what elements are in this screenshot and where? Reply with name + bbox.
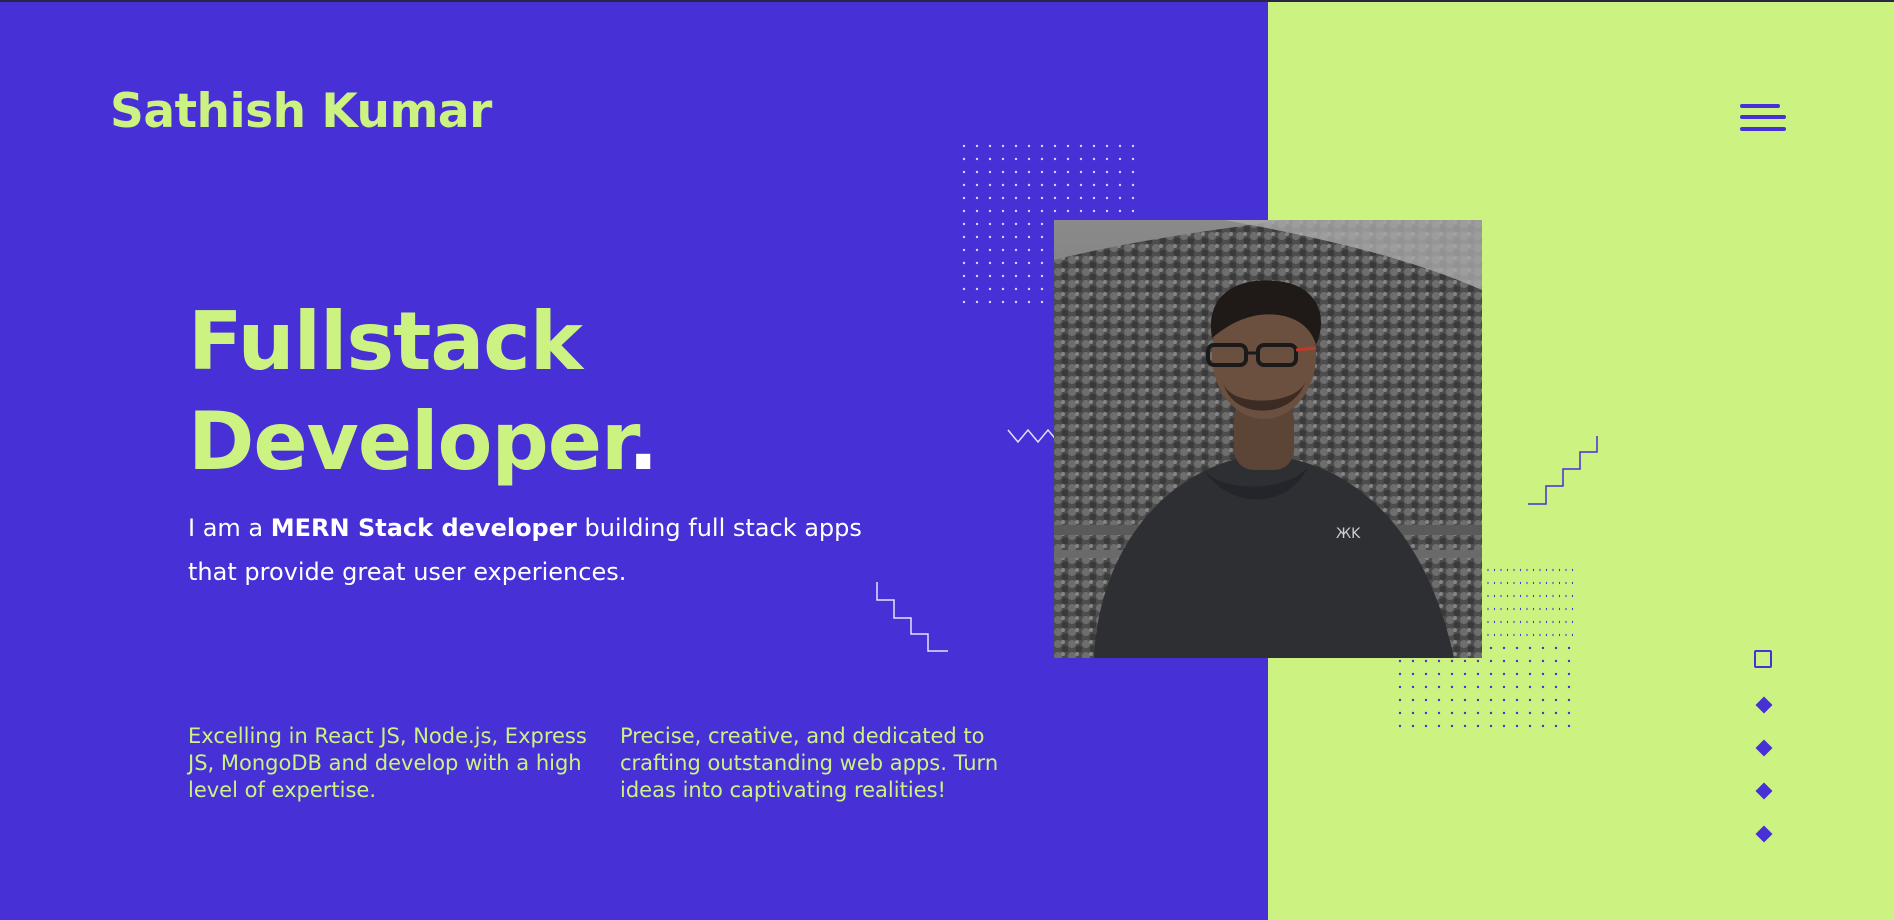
intro-strong: MERN Stack developer bbox=[270, 514, 577, 542]
portrait-photo: ЖK bbox=[1054, 220, 1482, 658]
hamburger-menu-icon[interactable] bbox=[1736, 100, 1790, 140]
site-logo[interactable]: Sathish Kumar bbox=[110, 88, 492, 135]
headline-dot: . bbox=[628, 395, 658, 488]
svg-text:ЖK: ЖK bbox=[1336, 526, 1361, 542]
intro-prefix: I am a bbox=[188, 514, 271, 542]
headline-line-2: Developer bbox=[188, 395, 629, 488]
feature-text-2: Precise, creative, and dedicated to craf… bbox=[620, 724, 999, 802]
stairs-decoration-left bbox=[876, 582, 948, 652]
hero-intro: I am a MERN Stack developer building ful… bbox=[188, 506, 888, 594]
stairs-decoration-right bbox=[1528, 436, 1598, 505]
hero-headline: Fullstack Developer. bbox=[188, 292, 658, 492]
feature-text-1: Excelling in React JS, Node.js, Express … bbox=[188, 724, 587, 802]
slider-marker-square-icon[interactable] bbox=[1754, 650, 1772, 668]
headline-line-1: Fullstack bbox=[188, 295, 583, 388]
